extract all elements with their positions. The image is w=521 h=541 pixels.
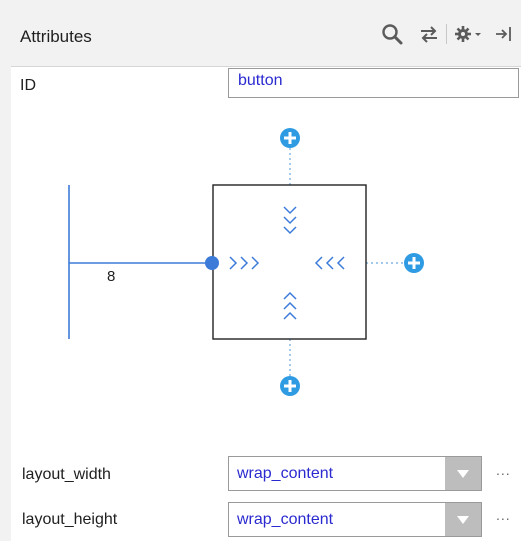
layout-height-select[interactable]: wrap_content [228, 502, 482, 537]
add-right-constraint-icon [404, 253, 424, 273]
layout-width-label: layout_width [22, 466, 111, 483]
chevron-down-icon[interactable] [445, 457, 481, 490]
left-margin-value[interactable]: 8 [107, 268, 115, 285]
add-top-constraint-icon [280, 128, 300, 148]
layout-width-value: wrap_content [237, 465, 334, 482]
chevron-down-icon[interactable] [445, 503, 481, 536]
layout-width-more-button[interactable]: ... [496, 462, 511, 478]
layout-height-label: layout_height [22, 511, 118, 528]
left-constraint-handle [205, 256, 219, 270]
add-bottom-constraint-icon [280, 376, 300, 396]
layout-height-value: wrap_content [237, 511, 334, 528]
layout-width-select[interactable]: wrap_content [228, 456, 482, 491]
layout-height-more-button[interactable]: ... [496, 507, 511, 523]
